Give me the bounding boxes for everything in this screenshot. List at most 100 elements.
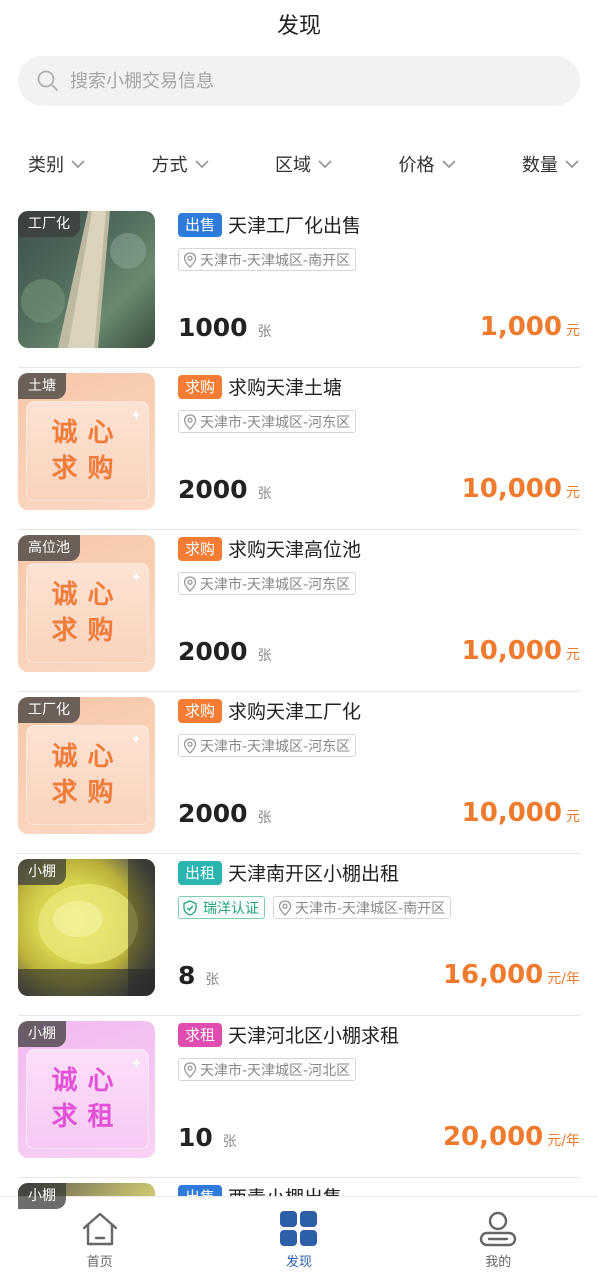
quantity-unit: 张 xyxy=(257,486,272,502)
tab-home[interactable]: 首页 xyxy=(40,1211,160,1270)
listing-thumbnail: 小棚 xyxy=(18,859,155,996)
certification-tag: 瑞洋认证 xyxy=(178,896,265,919)
bottom-row: 10 张 20,000 元/年 xyxy=(178,1112,580,1156)
promo-box: ✦ 诚心 求租 xyxy=(26,1049,149,1149)
quantity-value: 2000 xyxy=(178,799,248,828)
price: 20,000 元/年 xyxy=(443,1122,580,1152)
profile-icon xyxy=(480,1211,517,1247)
bottom-row: 8 张 16,000 元/年 xyxy=(178,950,580,994)
price: 1,000 元 xyxy=(480,312,580,342)
tag-row: 天津市-天津城区-南开区 xyxy=(178,248,357,271)
promo-line-2: 求租 xyxy=(51,1102,124,1132)
price: 16,000 元/年 xyxy=(443,960,580,990)
price-unit: 元 xyxy=(566,809,580,825)
filter-label: 数量 xyxy=(522,155,558,176)
listing-title: 天津南开区小棚出租 xyxy=(228,863,400,885)
thumbnail-category-tag: 高位池 xyxy=(18,535,80,561)
listing-info: 求租 天津河北区小棚求租 天津市-天津城区-河北区 10 张 20,000 元/… xyxy=(178,1016,580,1178)
tag-row: 瑞洋认证 天津市-天津城区-南开区 xyxy=(178,896,452,919)
location-text: 天津市-天津城区-南开区 xyxy=(200,252,351,269)
price-value: 10,000 xyxy=(461,636,562,666)
location-text: 天津市-天津城区-河东区 xyxy=(200,738,351,755)
thumbnail-category-tag: 小棚 xyxy=(18,1021,66,1047)
certification-text: 瑞洋认证 xyxy=(203,900,259,917)
search-input[interactable] xyxy=(70,70,510,92)
price-unit: 元/年 xyxy=(547,971,580,987)
quantity-value: 2000 xyxy=(178,637,248,666)
title-row: 求购 求购天津土塘 xyxy=(178,373,342,400)
listing-item[interactable]: ✦ 诚心 求租 小棚 求租 天津河北区小棚求租 天津市-天津城区-河北区 10 xyxy=(18,1016,580,1178)
filter-label: 类别 xyxy=(28,155,64,176)
type-badge: 出售 xyxy=(178,212,223,237)
filter-quantity[interactable]: 数量 xyxy=(522,144,580,184)
location-text: 天津市-天津城区-南开区 xyxy=(295,900,446,917)
promo-line-2: 求购 xyxy=(51,616,124,646)
tag-row: 天津市-天津城区-河东区 xyxy=(178,734,357,757)
sparkle-icon: ✦ xyxy=(130,1056,142,1072)
location-pin-icon xyxy=(278,899,292,916)
listing-item[interactable]: ✦ 诚心 求购 高位池 求购 求购天津高位池 天津市-天津城区-河东区 2000… xyxy=(18,530,580,692)
listing-title: 天津工厂化出售 xyxy=(228,215,362,237)
quantity: 2000 张 xyxy=(178,637,272,666)
listing-thumbnail: ✦ 诚心 求购 高位池 xyxy=(18,535,155,672)
location-text: 天津市-天津城区-河东区 xyxy=(200,414,351,431)
listing-item[interactable]: ✦ 诚心 求购 工厂化 求购 求购天津工厂化 天津市-天津城区-河东区 2000… xyxy=(18,692,580,854)
tab-discover[interactable]: 发现 xyxy=(239,1211,359,1270)
thumbnail-category-tag: 小棚 xyxy=(18,1183,66,1209)
promo-box: ✦ 诚心 求购 xyxy=(26,563,149,663)
sparkle-icon: ✦ xyxy=(130,408,142,424)
listing-title: 天津河北区小棚求租 xyxy=(228,1025,400,1047)
tag-row: 天津市-天津城区-河东区 xyxy=(178,572,357,595)
title-row: 出租 天津南开区小棚出租 xyxy=(178,859,399,886)
tag-row: 天津市-天津城区-河东区 xyxy=(178,410,357,433)
location-tag: 天津市-天津城区-河东区 xyxy=(178,734,357,757)
quantity-value: 8 xyxy=(178,961,196,990)
filter-price[interactable]: 价格 xyxy=(399,144,457,184)
listing-list: 工厂化 出售 天津工厂化出售 天津市-天津城区-南开区 1000 张 1,000… xyxy=(0,206,598,1280)
listing-title: 求购天津土塘 xyxy=(228,377,343,399)
quantity-unit: 张 xyxy=(257,324,272,340)
quantity: 1000 张 xyxy=(178,313,272,342)
listing-thumbnail: ✦ 诚心 求租 小棚 xyxy=(18,1021,155,1158)
discover-icon xyxy=(279,1211,317,1246)
shield-check-icon xyxy=(183,899,197,916)
sparkle-icon: ✦ xyxy=(130,570,142,586)
price-unit: 元 xyxy=(566,485,580,501)
chevron-down-icon xyxy=(71,160,85,169)
listing-item[interactable]: 小棚 出租 天津南开区小棚出租 瑞洋认证 天津市-天津城区-南开区 8 张 16… xyxy=(18,854,580,1016)
search-bar[interactable] xyxy=(18,56,580,106)
filter-method[interactable]: 方式 xyxy=(152,144,210,184)
price-unit: 元 xyxy=(566,647,580,663)
bottom-row: 2000 张 10,000 元 xyxy=(178,464,580,508)
search-icon xyxy=(37,70,58,91)
price-value: 10,000 xyxy=(461,798,562,828)
price-unit: 元/年 xyxy=(547,1133,580,1149)
header: 发现 xyxy=(0,0,598,48)
listing-item[interactable]: ✦ 诚心 求购 土塘 求购 求购天津土塘 天津市-天津城区-河东区 2000 张… xyxy=(18,368,580,530)
quantity: 10 张 xyxy=(178,1123,237,1152)
location-pin-icon xyxy=(183,1061,197,1078)
listing-info: 求购 求购天津高位池 天津市-天津城区-河东区 2000 张 10,000 元 xyxy=(178,530,580,692)
listing-title: 求购天津工厂化 xyxy=(228,701,362,723)
filter-category[interactable]: 类别 xyxy=(28,144,86,184)
bottom-tab-bar: 首页 发现 我的 xyxy=(0,1196,598,1280)
quantity-unit: 张 xyxy=(257,648,272,664)
sparkle-icon: ✦ xyxy=(130,732,142,748)
page-title: 发现 xyxy=(276,14,321,39)
filter-label: 区域 xyxy=(275,155,311,176)
tab-label: 我的 xyxy=(485,1255,512,1270)
price-value: 1,000 xyxy=(479,312,562,342)
listing-item[interactable]: 工厂化 出售 天津工厂化出售 天津市-天津城区-南开区 1000 张 1,000… xyxy=(18,206,580,368)
tab-profile[interactable]: 我的 xyxy=(438,1211,558,1270)
tab-label: 首页 xyxy=(86,1255,113,1270)
location-tag: 天津市-天津城区-河东区 xyxy=(178,572,357,595)
filter-region[interactable]: 区域 xyxy=(275,144,333,184)
title-row: 求购 求购天津工厂化 xyxy=(178,697,361,724)
location-tag: 天津市-天津城区-南开区 xyxy=(273,896,452,919)
chevron-down-icon xyxy=(194,160,209,169)
location-pin-icon xyxy=(183,251,197,268)
location-pin-icon xyxy=(183,737,197,754)
promo-line-2: 求购 xyxy=(51,454,124,484)
chevron-down-icon xyxy=(565,160,579,169)
title-row: 出售 天津工厂化出售 xyxy=(178,211,361,238)
